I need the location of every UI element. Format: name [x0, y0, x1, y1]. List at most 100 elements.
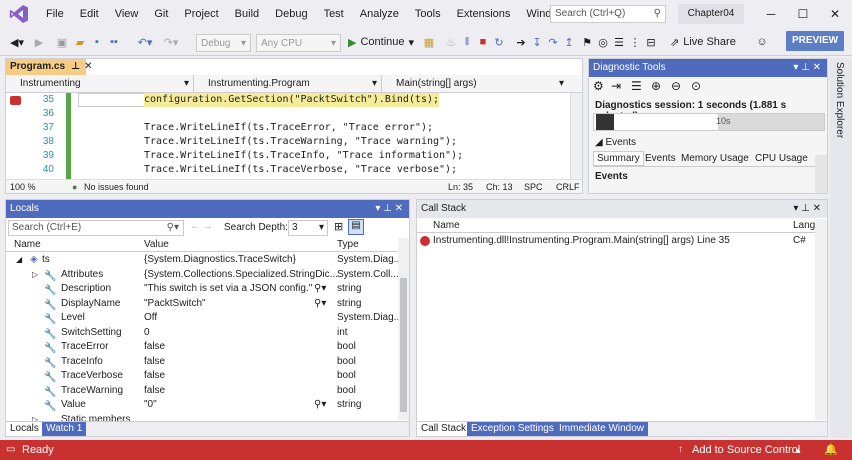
expander-icon[interactable]: ◢ — [16, 253, 22, 268]
minimize-button[interactable]: ─ — [756, 0, 786, 28]
column-value[interactable]: Value — [144, 238, 169, 252]
select-tools-icon[interactable]: ☰ — [631, 79, 642, 93]
continue-button[interactable]: ▶ Continue ▾ — [348, 33, 414, 51]
menu-debug[interactable]: Debug — [267, 0, 315, 28]
tab-watch-1[interactable]: Watch 1 — [42, 422, 87, 436]
diag-scrollbar[interactable] — [815, 155, 827, 193]
vertical-scrollbar[interactable] — [570, 93, 582, 179]
filter-icon[interactable]: ▤ — [348, 219, 364, 235]
expander-icon[interactable]: ▷ — [32, 268, 38, 283]
code-line-37[interactable]: 37 Trace.WriteLineIf(ts.TraceError, "Trac… — [6, 121, 566, 135]
platform-dropdown[interactable]: Any CPU ▾ — [256, 34, 341, 52]
settings-icon[interactable]: ⚙ — [593, 79, 604, 93]
menu-file[interactable]: File — [38, 0, 72, 28]
restart-icon[interactable]: ↻ — [492, 33, 506, 51]
tab-summary[interactable]: Summary — [593, 151, 644, 166]
tab-program-cs[interactable]: Program.cs ⊥ ✕ — [6, 59, 93, 75]
navigate-forward-icon[interactable]: ▶ — [30, 33, 48, 51]
save-icon[interactable]: ▪ — [90, 33, 104, 51]
menu-project[interactable]: Project — [176, 0, 226, 28]
hot-reload-icon[interactable]: ♨ — [444, 33, 458, 51]
notifications-icon[interactable]: 🔔 — [824, 440, 838, 460]
tab-cpu-usage[interactable]: CPU Usage — [755, 153, 808, 164]
step-into-icon[interactable]: ↧ — [530, 33, 544, 51]
search-nav-arrows[interactable]: ← → — [190, 221, 213, 232]
column-name[interactable]: Name — [14, 238, 41, 252]
process-icon[interactable]: ▦ — [420, 33, 438, 51]
table-row[interactable]: 🔧 TraceError false bool — [6, 340, 398, 355]
search-depth-dropdown[interactable]: 3 ▾ — [288, 220, 328, 236]
table-row[interactable]: 🔧 TraceInfo false bool — [6, 355, 398, 370]
panel-menu-icons[interactable]: ▾ ⊥ ✕ — [375, 200, 403, 218]
menu-edit[interactable]: Edit — [72, 0, 107, 28]
navigate-back-icon[interactable]: ◀▾ — [6, 33, 28, 51]
step-out-icon[interactable]: ↥ — [562, 33, 576, 51]
menu-test[interactable]: Test — [316, 0, 352, 28]
column-type[interactable]: Type — [337, 238, 359, 252]
tab-memory-usage[interactable]: Memory Usage — [681, 153, 749, 164]
table-row[interactable]: ◢ ◈ ts {System.Diagnostics.TraceSwitch} … — [6, 253, 402, 268]
table-row[interactable]: 🔧 Value "0" ⚲▾ string — [6, 398, 398, 413]
locals-search-input[interactable]: Search (Ctrl+E) ⚲▾ — [8, 220, 184, 236]
diagnostics-icon[interactable]: ⚑ — [580, 33, 594, 51]
timeline-ruler[interactable]: 10s — [593, 113, 825, 131]
project-dropdown[interactable]: Instrumenting ▾ — [6, 75, 194, 92]
zoom-in-icon[interactable]: ⊕ — [651, 79, 661, 93]
solution-explorer-tab[interactable]: Solution Explorer — [830, 58, 852, 438]
magnifier-icon[interactable]: ⚲▾ — [314, 297, 326, 312]
events-header[interactable]: ◢ Events — [595, 137, 636, 148]
table-row[interactable]: 🔧 TraceVerbose false bool — [6, 369, 398, 384]
code-line-35[interactable]: 35 configuration.GetSection("PacktSwitch… — [6, 93, 566, 107]
close-button[interactable]: ✕ — [820, 0, 850, 28]
call-stack-scrollbar[interactable] — [815, 219, 827, 420]
magnifier-icon[interactable]: ⚲▾ — [314, 398, 326, 413]
show-next-statement-icon[interactable]: ➔ — [514, 33, 528, 51]
code-line-39[interactable]: 39 Trace.WriteLineIf(ts.TraceInfo, "Trace… — [6, 149, 566, 163]
close-tab-icon[interactable]: ✕ — [84, 61, 92, 72]
comment-icon[interactable]: ⋮ — [628, 33, 642, 51]
class-dropdown[interactable]: Instrumenting.Program ▾ — [194, 75, 382, 92]
code-line-38[interactable]: 38 Trace.WriteLineIf(ts.TraceWarning, "Tr… — [6, 135, 566, 149]
menu-analyze[interactable]: Analyze — [352, 0, 407, 28]
search-box[interactable]: Search (Ctrl+Q) ⚲ — [550, 5, 666, 23]
code-line-40[interactable]: 40 Trace.WriteLineIf(ts.TraceVerbose, "Tr… — [6, 163, 566, 177]
tab-exception-settings[interactable]: Exception Settings — [467, 422, 558, 436]
breakpoint-icon[interactable]: ◎ — [596, 33, 610, 51]
table-row[interactable]: 🔧 DisplayName "PacktSwitch" ⚲▾ string — [6, 297, 398, 312]
table-row[interactable]: 🔧 TraceWarning false bool — [6, 384, 398, 399]
tab-events[interactable]: Events — [645, 153, 676, 164]
new-project-icon[interactable]: ▣ — [54, 33, 70, 51]
method-dropdown[interactable]: Main(string[] args) ▾ — [382, 75, 568, 92]
tab-immediate-window[interactable]: Immediate Window — [555, 422, 649, 436]
magnifier-icon[interactable]: ⚲▾ — [314, 282, 326, 297]
table-row[interactable]: 🔧 Level Off System.Diag... — [6, 311, 402, 326]
undo-icon[interactable]: ↶▾ — [134, 33, 156, 51]
issues-status[interactable]: No issues found — [84, 180, 149, 194]
menu-tools[interactable]: Tools — [407, 0, 449, 28]
pin-icon[interactable]: ⊥ — [71, 61, 80, 72]
add-to-source-control[interactable]: Add to Source Control — [692, 440, 800, 460]
menu-build[interactable]: Build — [227, 0, 267, 28]
scrollbar-thumb[interactable] — [400, 278, 407, 412]
menu-extensions[interactable]: Extensions — [449, 0, 519, 28]
panel-menu-icons[interactable]: ▾ ⊥ ✕ — [793, 200, 821, 218]
column-language[interactable]: Lang — [793, 219, 815, 233]
table-row[interactable]: Instrumenting.dll!Instrumenting.Program.… — [417, 234, 815, 248]
solution-config-dropdown[interactable]: Debug ▾ — [196, 34, 251, 52]
menu-git[interactable]: Git — [146, 0, 176, 28]
expander-icon[interactable]: ▷ — [32, 413, 38, 421]
feedback-icon[interactable]: ☺ — [754, 33, 770, 51]
bookmark-icon[interactable]: ⊟ — [644, 33, 658, 51]
maximize-button[interactable]: ☐ — [788, 0, 818, 28]
stop-icon[interactable]: ■ — [476, 33, 490, 51]
redo-icon[interactable]: ↷▾ — [160, 33, 182, 51]
zoom-level[interactable]: 100 % — [10, 180, 36, 194]
open-folder-icon[interactable]: ▰ — [72, 33, 88, 51]
break-all-icon[interactable]: ‖ — [460, 33, 474, 51]
pin-icon[interactable]: ⊞ — [334, 220, 343, 233]
tab-locals[interactable]: Locals — [6, 422, 43, 436]
export-icon[interactable]: ⇥ — [611, 79, 621, 93]
tab-call-stack[interactable]: Call Stack — [417, 422, 471, 436]
table-row[interactable]: 🔧 SwitchSetting 0 int — [6, 326, 398, 341]
live-share-button[interactable]: ⇗ Live Share — [670, 33, 744, 51]
